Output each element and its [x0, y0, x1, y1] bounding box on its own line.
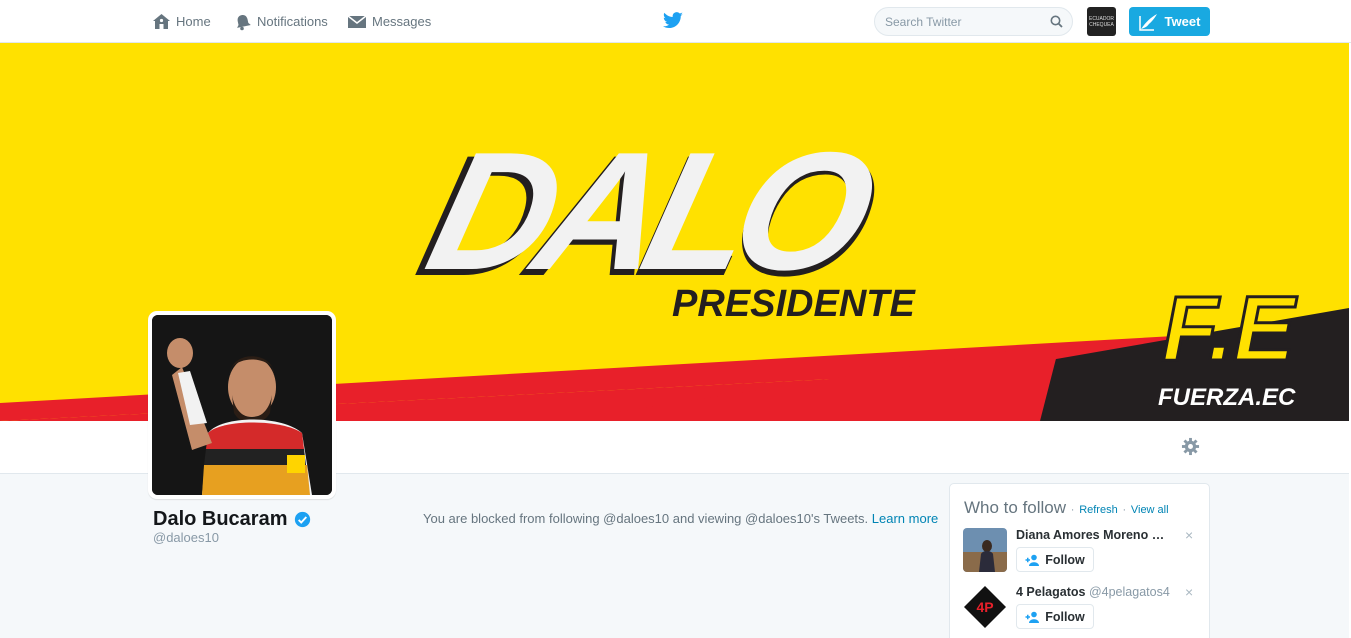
svg-text:DALO: DALO — [413, 118, 891, 305]
follow-button[interactable]: Follow — [1016, 547, 1094, 572]
banner-subline: PRESIDENTE — [672, 283, 916, 325]
suggestion-name[interactable]: 4 Pelagatos @4pelagatos4 — [1016, 585, 1176, 599]
add-user-icon — [1025, 611, 1040, 623]
view-all-link[interactable]: View all — [1131, 504, 1169, 516]
twitter-bird-icon[interactable] — [662, 12, 684, 30]
account-avatar[interactable]: ECUADOR CHEQUEA — [1087, 7, 1116, 36]
suggestion-item: 4P 4 Pelagatos @4pelagatos4 × Follow — [963, 584, 1199, 635]
svg-text:4P: 4P — [976, 599, 993, 615]
nav-notifications-label: Notifications — [257, 14, 328, 29]
compose-quill-icon — [1138, 13, 1157, 31]
nav-home[interactable]: Home — [152, 0, 211, 43]
suggestion-avatar[interactable] — [963, 528, 1007, 572]
profile-name[interactable]: Dalo Bucaram — [153, 508, 311, 531]
learn-more-link[interactable]: Learn more — [872, 511, 938, 526]
who-to-follow-module: Who to follow · Refresh · View all Diana… — [949, 483, 1210, 638]
home-icon — [153, 14, 170, 29]
profile-name-text: Dalo Bucaram — [153, 508, 288, 530]
top-navigation-bar: Home Notifications Messages ECUADOR CHEQ… — [0, 0, 1351, 43]
profile-handle[interactable]: @daloes10 — [153, 530, 219, 545]
nav-notifications[interactable]: Notifications — [234, 0, 328, 43]
refresh-link[interactable]: Refresh — [1079, 504, 1118, 516]
tweet-button[interactable]: Tweet — [1129, 7, 1210, 36]
profile-avatar[interactable] — [148, 311, 336, 499]
nav-messages-label: Messages — [372, 14, 432, 29]
tweet-button-label: Tweet — [1164, 14, 1201, 29]
suggestion-handle: @4pelagatos4 — [1088, 585, 1170, 599]
gear-icon[interactable] — [1181, 437, 1200, 456]
banner-logo-subtext: FUERZA.EC — [1158, 384, 1296, 411]
add-user-icon — [1025, 554, 1040, 566]
follow-button-label: Follow — [1045, 552, 1085, 567]
header-separator: · — [1070, 504, 1075, 516]
bell-icon — [237, 14, 251, 30]
verified-badge-icon — [294, 511, 310, 528]
search-icon[interactable] — [1050, 15, 1063, 28]
search-box[interactable] — [874, 7, 1073, 36]
suggestion-name[interactable]: Diana Amores Moreno @D... — [1016, 528, 1176, 542]
dismiss-icon[interactable]: × — [1185, 527, 1193, 543]
who-to-follow-title: Who to follow — [964, 498, 1067, 517]
profile-avatar-photo — [152, 315, 332, 495]
suggestion-item: Diana Amores Moreno @D... × Follow — [963, 527, 1199, 578]
header-separator: · — [1122, 504, 1127, 516]
follow-button[interactable]: Follow — [1016, 604, 1094, 629]
dismiss-icon[interactable]: × — [1185, 584, 1193, 600]
search-input[interactable] — [885, 14, 1045, 29]
nav-home-label: Home — [176, 14, 211, 29]
suggestion-handle: @D... — [1151, 528, 1176, 542]
follow-button-label: Follow — [1045, 609, 1085, 624]
envelope-icon — [347, 14, 367, 28]
blocked-notice: You are blocked from following @daloes10… — [423, 511, 938, 526]
nav-messages[interactable]: Messages — [347, 0, 431, 43]
suggestion-avatar[interactable]: 4P — [963, 585, 1007, 629]
banner-logo: F.E — [1162, 278, 1298, 380]
blocked-message: You are blocked from following @daloes10… — [423, 511, 869, 526]
who-to-follow-header: Who to follow · Refresh · View all — [964, 498, 1169, 518]
